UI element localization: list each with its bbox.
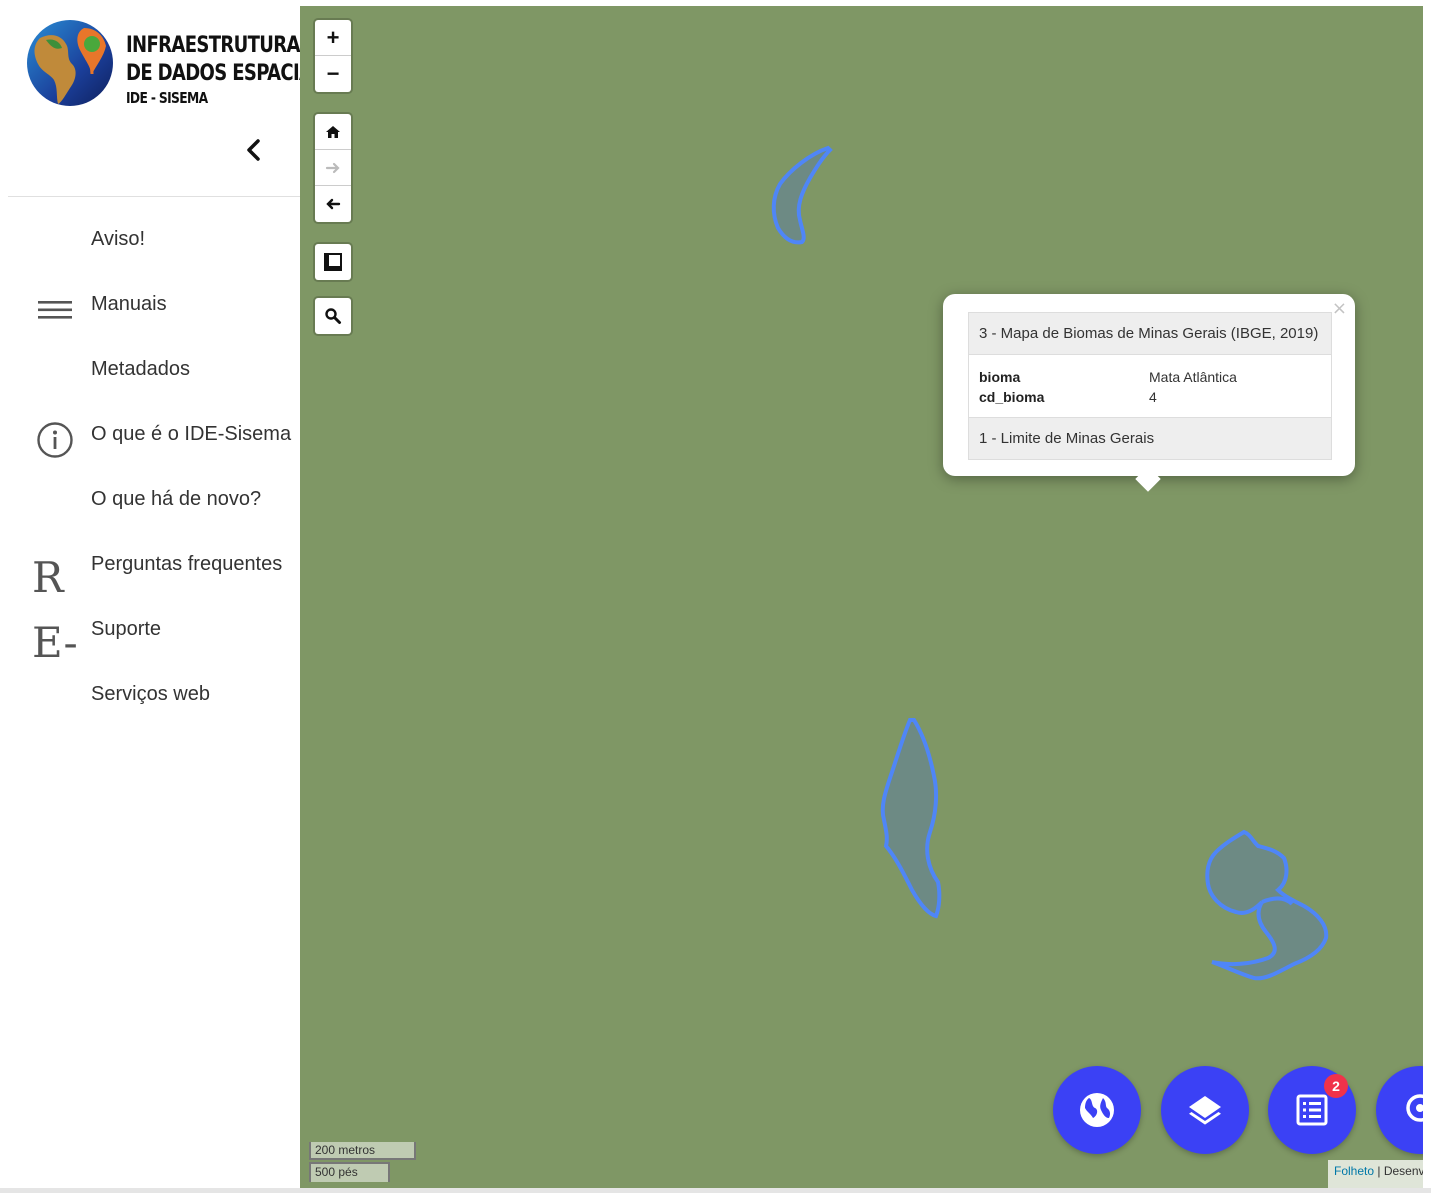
attribute-key: bioma: [979, 369, 1021, 385]
search-control: [315, 298, 351, 334]
layers-button[interactable]: [1161, 1066, 1249, 1154]
sidebar-item-novidades[interactable]: O que há de novo?: [8, 474, 300, 530]
search-button[interactable]: [315, 298, 351, 334]
search-icon: [325, 308, 341, 324]
chevron-left-icon: [247, 139, 260, 161]
r-glyph-icon: R: [32, 553, 64, 602]
arrow-right-icon: [325, 162, 340, 173]
sidebar-item-servicos[interactable]: Serviços web: [8, 669, 300, 725]
sidebar-item-manuais[interactable]: Manuais: [8, 279, 300, 335]
back-button[interactable]: [315, 186, 351, 222]
scale-metric: 200 metros: [309, 1142, 416, 1160]
close-icon[interactable]: ×: [1332, 298, 1347, 319]
sidebar-item-suporte[interactable]: E- Suporte: [8, 604, 300, 664]
sidebar-item-label: Metadados: [91, 358, 190, 380]
sidebar-item-o-que-e[interactable]: O que é o IDE-Sisema: [8, 409, 300, 465]
popup-attributes: bioma Mata Atlântica cd_bioma 4: [969, 355, 1331, 418]
notification-badge: 2: [1324, 1074, 1348, 1098]
sidebar-item-label: Perguntas frequentes: [91, 553, 283, 575]
map-attribution: Folheto | Desenvolvido: [1328, 1160, 1423, 1188]
sidebar-item-label: Serviços web: [91, 683, 210, 705]
list-icon: [1296, 1094, 1328, 1126]
sidebar-item-label: Suporte: [91, 618, 162, 640]
e-glyph-icon: E-: [32, 618, 78, 667]
leaflet-link[interactable]: Folheto: [1334, 1164, 1374, 1178]
feature-info-popup: × 3 - Mapa de Biomas de Minas Gerais (IB…: [943, 294, 1355, 492]
map-pin-icon: [1406, 1094, 1423, 1122]
zoom-control: + −: [315, 20, 351, 92]
basemap-button[interactable]: [1053, 1066, 1141, 1154]
sidebar-item-label: Aviso!: [91, 228, 146, 250]
zoom-out-button[interactable]: −: [315, 56, 351, 92]
map-polygon[interactable]: [1205, 829, 1329, 981]
map-features: [771, 145, 1329, 981]
attribute-value: 4: [1149, 389, 1157, 405]
sidebar: INFRAESTRUTURA DE DADOS ESPACIAIS IDE - …: [8, 6, 331, 1188]
sidebar-item-label: O que é o IDE-Sisema: [91, 423, 292, 445]
legend-list-button[interactable]: 2: [1268, 1066, 1356, 1154]
sidebar-item-perguntas[interactable]: R Perguntas frequentes: [8, 539, 300, 599]
sidebar-divider: [8, 196, 300, 197]
map-polygon[interactable]: [771, 145, 833, 245]
zoom-in-button[interactable]: +: [315, 20, 351, 56]
ruler-icon: [324, 253, 342, 271]
map-polygon[interactable]: [880, 718, 942, 919]
attribute-key: cd_bioma: [979, 389, 1045, 405]
layers-icon: [1189, 1096, 1221, 1125]
measure-button[interactable]: [315, 244, 351, 280]
sidebar-item-aviso[interactable]: Aviso!: [8, 214, 300, 270]
bottom-edge: [0, 1188, 1431, 1193]
sidebar-item-metadados[interactable]: Metadados: [8, 344, 300, 400]
sidebar-item-label: O que há de novo?: [91, 488, 262, 510]
scale-imperial: 500 pés: [309, 1162, 390, 1182]
forward-button[interactable]: [315, 150, 351, 186]
arrow-left-icon: [326, 198, 341, 210]
popup-layer-title-2[interactable]: 1 - Limite de Minas Gerais: [969, 418, 1331, 459]
attribution-text: | Desenvolvido: [1377, 1164, 1423, 1178]
collapse-sidebar-button[interactable]: [240, 134, 268, 166]
sidebar-item-label: Manuais: [91, 293, 167, 315]
attribute-row: cd_bioma 4: [979, 387, 1321, 407]
home-icon: [326, 125, 340, 138]
info-icon: [37, 422, 73, 458]
attribute-row: bioma Mata Atlântica: [979, 367, 1321, 387]
popup-content: 3 - Mapa de Biomas de Minas Gerais (IBGE…: [968, 312, 1332, 460]
navigation-control: [315, 114, 351, 222]
attribute-value: Mata Atlântica: [1149, 369, 1237, 385]
popup-layer-title[interactable]: 3 - Mapa de Biomas de Minas Gerais (IBGE…: [969, 313, 1331, 355]
globe-icon: [1080, 1093, 1114, 1127]
globe-logo-icon: [27, 20, 113, 106]
measure-control: [315, 244, 351, 280]
home-button[interactable]: [315, 114, 351, 150]
menu-icon: [38, 301, 72, 319]
logo[interactable]: INFRAESTRUTURA DE DADOS ESPACIAIS IDE - …: [26, 18, 331, 118]
map-view[interactable]: + − × 3 - Mapa de Biomas de Minas Gerais…: [300, 6, 1423, 1188]
